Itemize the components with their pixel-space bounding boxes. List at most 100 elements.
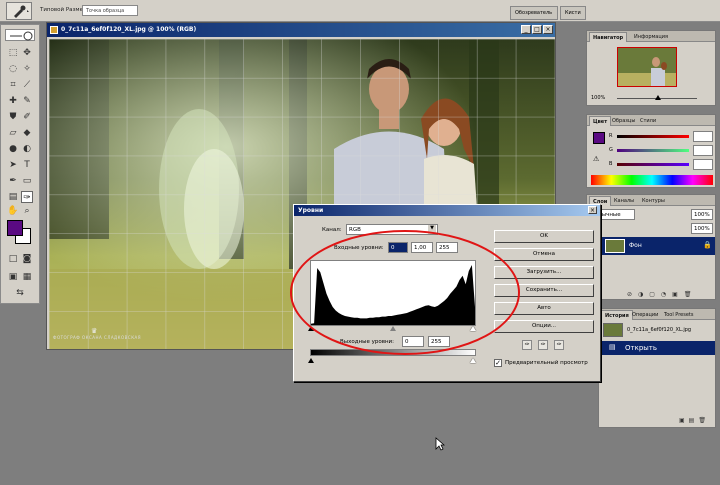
tab-color[interactable]: Цвет [589, 116, 612, 126]
channel-select-value: RGB [349, 227, 361, 233]
full-screen-icon[interactable]: ▦ [21, 271, 33, 283]
white-eyedropper-icon[interactable]: ✑ [554, 340, 564, 350]
standard-mode-icon[interactable]: □ [7, 253, 19, 265]
adobe-logo-icon[interactable] [5, 29, 35, 41]
move-tool-icon[interactable]: ✥ [21, 47, 33, 59]
channel-b-label: B [609, 161, 613, 167]
brush-tool-icon[interactable]: ✎ [21, 95, 33, 107]
annotation-ellipse [290, 230, 520, 355]
fill-field[interactable]: 100% [691, 223, 713, 234]
gray-eyedropper-icon[interactable]: ✑ [538, 340, 548, 350]
layers-panel: Слои Каналы Контуры Обычные 100% 100% 👁 … [586, 194, 716, 300]
lock-icon: 🔒 [703, 241, 712, 249]
dodge-tool-icon[interactable]: ◐ [21, 143, 33, 155]
eyedropper-tool-preset-button[interactable] [6, 2, 32, 20]
history-brush-icon[interactable]: ✐ [21, 111, 33, 123]
tab-info[interactable]: Информация [631, 32, 671, 42]
channel-r-label: R [609, 133, 613, 139]
jump-to-imageready-icon[interactable]: ⇆ [7, 287, 33, 299]
foreground-color-swatch[interactable] [7, 220, 23, 236]
paint-bucket-icon[interactable]: ◆ [21, 127, 33, 139]
crop-tool-icon[interactable]: ⌗ [7, 79, 19, 91]
document-icon [50, 26, 58, 34]
layer-actions-icons[interactable]: ⊘◑▢◔▣🗑 [627, 291, 697, 298]
healing-brush-icon[interactable]: ✚ [7, 95, 19, 107]
tab-swatches[interactable]: Образцы [609, 116, 638, 126]
channel-r-value[interactable] [693, 131, 713, 142]
tab-tool-presets[interactable]: Tool Presets [661, 310, 697, 320]
lasso-tool-icon[interactable]: ◌ [7, 63, 19, 75]
history-actions-icons[interactable]: ▣▤🗑 [679, 417, 710, 424]
channel-label: Канал: [322, 227, 342, 233]
tab-navigator[interactable]: Навигатор [589, 32, 628, 42]
minimize-button[interactable]: _ [521, 25, 531, 34]
channel-b-value[interactable] [693, 159, 713, 170]
preview-label: Предварительный просмотр [505, 360, 588, 366]
snapshot-thumbnail[interactable] [603, 323, 623, 337]
document-title: 0_7c11a_6ef0f120_XL.jpg @ 100% (RGB) [47, 23, 555, 37]
crown-logo-icon: ♛ [91, 327, 98, 335]
sample-size-select[interactable]: Точка образца [82, 5, 138, 16]
levels-close-button[interactable]: × [588, 206, 597, 214]
channel-r-slider[interactable] [617, 135, 689, 138]
history-step-icon: ▤ [609, 343, 616, 351]
color-spectrum-bar[interactable] [591, 175, 713, 185]
quick-mask-icon[interactable]: ◙ [21, 253, 33, 265]
black-eyedropper-icon[interactable]: ✑ [522, 340, 532, 350]
marquee-tool-icon[interactable]: ⬚ [7, 47, 19, 59]
layer-name[interactable]: Фон [629, 242, 642, 249]
opacity-field[interactable]: 100% [691, 209, 713, 220]
tab-channels[interactable]: Каналы [611, 196, 637, 206]
levels-title: Уровни [294, 205, 600, 216]
notes-tool-icon[interactable]: ▤ [7, 191, 19, 203]
pen-tool-icon[interactable]: ✒ [7, 175, 19, 187]
toolbox: ⬚ ✥ ◌ ✧ ⌗ ⟋ ✚ ✎ ⛊ ✐ ▱ ◆ ● ◐ ➤ T ✒ ▭ ▤ ✑ … [0, 24, 40, 304]
preview-checkbox[interactable]: ✓ [494, 359, 502, 367]
tab-history[interactable]: История [601, 310, 633, 320]
hand-tool-icon[interactable]: ✋ [7, 205, 19, 217]
path-select-icon[interactable]: ➤ [7, 159, 19, 171]
dock-tab-browser[interactable]: Обозреватель [510, 6, 558, 20]
channel-g-slider[interactable] [617, 149, 689, 152]
magic-wand-tool-icon[interactable]: ✧ [21, 63, 33, 75]
shape-tool-icon[interactable]: ▭ [21, 175, 33, 187]
photo-watermark: ФОТОГРАФ ОКСАНА СЛАДКОВСКАЯ [53, 335, 142, 340]
slice-tool-icon[interactable]: ⟋ [21, 79, 33, 91]
history-step-label: Открыть [625, 344, 657, 352]
channel-g-label: G [609, 147, 613, 153]
eyedropper-tool-icon[interactable]: ✑ [21, 191, 33, 203]
output-white-slider[interactable] [470, 358, 476, 363]
channel-g-value[interactable] [693, 145, 713, 156]
zoom-slider-handle[interactable] [655, 95, 661, 100]
screen-mode-icon[interactable]: ▣ [7, 271, 19, 283]
maximize-button[interactable]: □ [532, 25, 542, 34]
navigator-zoom-value[interactable]: 100% [591, 95, 605, 101]
eyedropper-icon [14, 5, 29, 18]
color-fg-swatch[interactable] [593, 132, 605, 144]
ok-button[interactable]: OK [494, 230, 594, 243]
navigator-panel: Навигатор Информация 100% [586, 30, 716, 106]
navigator-thumbnail[interactable] [617, 47, 677, 87]
dock-tab-brushes[interactable]: Кисти [560, 6, 586, 20]
tab-actions[interactable]: Операции [629, 310, 661, 320]
options-button[interactable]: Опции... [494, 320, 594, 333]
close-button[interactable]: × [543, 25, 553, 34]
layer-row-background[interactable]: 👁 Фон 🔒 [589, 237, 715, 255]
channel-b-slider[interactable] [617, 163, 689, 166]
tab-paths[interactable]: Контуры [639, 196, 668, 206]
blur-tool-icon[interactable]: ● [7, 143, 19, 155]
options-bar: Типовой Размер: Точка образца Обозревате… [0, 0, 720, 22]
eraser-tool-icon[interactable]: ▱ [7, 127, 19, 139]
warning-icon: ⚠ [593, 155, 600, 163]
tab-styles[interactable]: Стили [637, 116, 659, 126]
color-panel: Цвет Образцы Стили ⚠ R G B [586, 114, 716, 188]
layer-thumbnail [605, 239, 625, 253]
snapshot-name[interactable]: 0_7c11a_6ef0f120_XL.jpg [627, 327, 691, 333]
history-panel: История Операции Tool Presets 0_7c11a_6e… [598, 308, 716, 428]
type-tool-icon[interactable]: T [21, 159, 33, 171]
history-step-open[interactable]: ▤ Открыть [601, 341, 715, 355]
output-black-slider[interactable] [308, 358, 314, 363]
clone-stamp-icon[interactable]: ⛊ [7, 111, 19, 123]
zoom-tool-icon[interactable]: ⌕ [21, 205, 33, 217]
cancel-button[interactable]: Отмена [494, 248, 594, 261]
